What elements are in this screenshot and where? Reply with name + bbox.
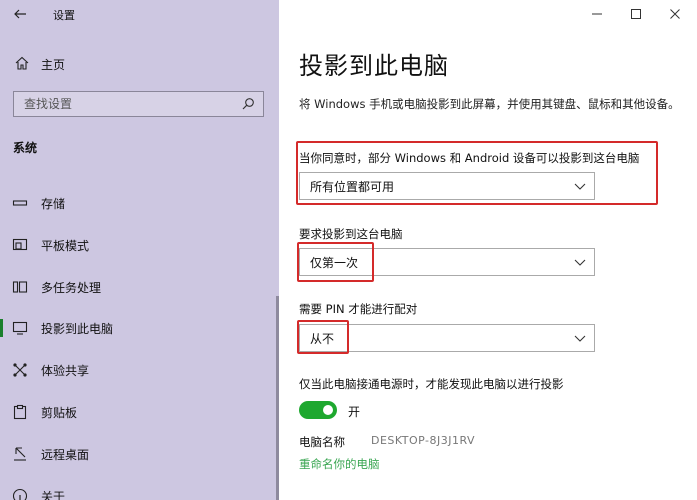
sidebar-item-home[interactable]: 主页: [0, 50, 279, 76]
minimize-button[interactable]: [579, 4, 615, 24]
pin-pairing-label: 需要 PIN 才能进行配对: [299, 302, 418, 316]
sidebar-item-label: 主页: [41, 58, 66, 72]
maximize-icon: [631, 9, 641, 19]
sidebar-item-label: 平板模式: [41, 239, 90, 253]
page-description: 将 Windows 手机或电脑投影到此屏幕，并使用其键盘、鼠标和其他设备。: [299, 97, 680, 111]
availability-dropdown[interactable]: 所有位置都可用: [299, 172, 595, 200]
title-bar: 设置: [0, 0, 279, 28]
sidebar-item-clipboard[interactable]: 剪贴板: [0, 397, 279, 427]
home-icon: [15, 56, 29, 70]
power-toggle-switch[interactable]: [299, 401, 337, 419]
multitasking-icon: [12, 281, 28, 293]
maximize-button[interactable]: [618, 4, 654, 24]
back-arrow-icon[interactable]: [12, 6, 28, 22]
tablet-mode-icon: [12, 238, 28, 251]
close-button[interactable]: [657, 4, 693, 24]
power-setting-label: 仅当此电脑接通电源时，才能发现此电脑以进行投影: [299, 377, 564, 391]
minimize-icon: [592, 13, 602, 15]
section-title: 系统: [13, 141, 38, 155]
sidebar-item-projecting[interactable]: 投影到此电脑: [0, 313, 279, 343]
chevron-down-icon: [574, 183, 586, 190]
sidebar-item-label: 投影到此电脑: [41, 322, 114, 336]
remote-desktop-icon: [14, 447, 26, 461]
clipboard-icon: [13, 404, 27, 420]
rename-pc-link[interactable]: 重命名你的电脑: [299, 456, 380, 472]
sidebar-item-multitasking[interactable]: 多任务处理: [0, 272, 279, 302]
sidebar-item-remote-desktop[interactable]: 远程桌面: [0, 439, 279, 469]
close-icon: [670, 9, 680, 19]
availability-label: 当你同意时，部分 Windows 和 Android 设备可以投影到这台电脑: [299, 151, 640, 165]
sidebar-item-label: 存储: [41, 197, 66, 211]
dropdown-value: 所有位置都可用: [310, 179, 395, 194]
projecting-icon: [12, 321, 28, 335]
shared-experiences-icon: [13, 363, 27, 377]
toggle-knob: [323, 405, 333, 415]
sidebar-item-label: 多任务处理: [41, 281, 102, 295]
pc-name-value: DESKTOP-8J3J1RV: [371, 434, 476, 447]
storage-icon: [12, 200, 28, 206]
ask-to-project-label: 要求投影到这台电脑: [299, 227, 403, 241]
sidebar-item-storage[interactable]: 存储: [0, 188, 279, 218]
pin-pairing-dropdown[interactable]: 从不: [299, 324, 595, 352]
dropdown-value: 从不: [310, 331, 335, 346]
sidebar-item-tablet-mode[interactable]: 平板模式: [0, 230, 279, 260]
sidebar-item-shared-experiences[interactable]: 体验共享: [0, 355, 279, 385]
sidebar-item-about[interactable]: 关于: [0, 481, 279, 500]
sidebar-item-label: 体验共享: [41, 364, 90, 378]
sidebar-item-label: 远程桌面: [41, 448, 90, 462]
active-indicator: [0, 319, 3, 337]
dropdown-value: 仅第一次: [310, 255, 359, 270]
about-icon: [12, 488, 28, 500]
sidebar-item-label: 关于: [41, 490, 66, 500]
page-title: 投影到此电脑: [299, 52, 449, 80]
sidebar-item-label: 剪贴板: [41, 406, 78, 420]
sidebar: 设置 主页 系统 存储 平板模式 多任务处理: [0, 0, 279, 500]
app-title: 设置: [53, 9, 75, 22]
search-box[interactable]: [13, 91, 264, 117]
chevron-down-icon: [574, 259, 586, 266]
search-input[interactable]: [14, 92, 224, 116]
main-panel: 投影到此电脑 将 Windows 手机或电脑投影到此屏幕，并使用其键盘、鼠标和其…: [279, 0, 697, 500]
search-icon[interactable]: [241, 97, 255, 111]
ask-to-project-dropdown[interactable]: 仅第一次: [299, 248, 595, 276]
chevron-down-icon: [574, 335, 586, 342]
pc-name-label: 电脑名称: [299, 435, 345, 449]
toggle-state-label: 开: [348, 405, 361, 419]
